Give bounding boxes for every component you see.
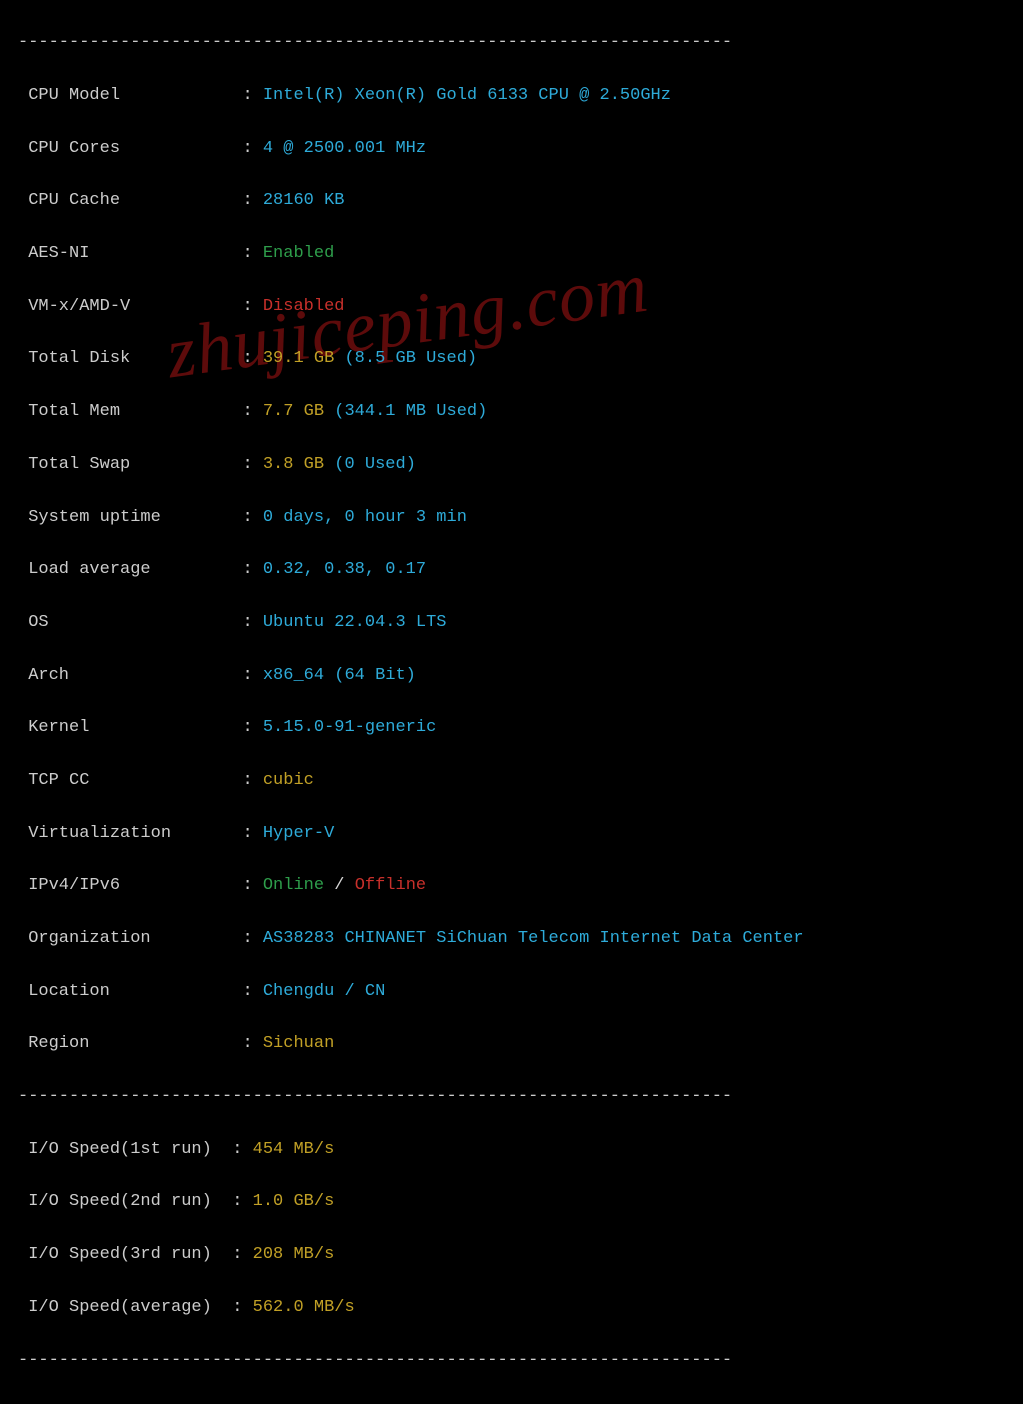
row-vmx: VM-x/AMD-V : Disabled xyxy=(18,294,1013,320)
label-arch: Arch xyxy=(28,666,69,685)
row-io-avg: I/O Speed(average) : 562.0 MB/s xyxy=(18,1295,1013,1321)
label-virt: Virtualization xyxy=(28,824,171,843)
label-region: Region xyxy=(28,1034,89,1053)
value-swap-size: 3.8 GB xyxy=(263,455,324,474)
value-load: 0.32, 0.38, 0.17 xyxy=(263,560,426,579)
row-io-1: I/O Speed(1st run) : 454 MB/s xyxy=(18,1137,1013,1163)
value-disk-size: 39.1 GB xyxy=(263,349,334,368)
label-io-avg: I/O Speed(average) xyxy=(28,1298,212,1317)
value-swap-used: (0 Used) xyxy=(334,455,416,474)
value-vmx: Disabled xyxy=(263,297,345,316)
value-kernel: 5.15.0-91-generic xyxy=(263,718,436,737)
row-kernel: Kernel : 5.15.0-91-generic xyxy=(18,715,1013,741)
value-io-2: 1.0 GB/s xyxy=(253,1192,335,1211)
row-cpu-cache: CPU Cache : 28160 KB xyxy=(18,188,1013,214)
row-aes-ni: AES-NI : Enabled xyxy=(18,241,1013,267)
value-mem-used: (344.1 MB Used) xyxy=(334,402,487,421)
label-total-disk: Total Disk xyxy=(28,349,130,368)
label-loc: Location xyxy=(28,982,110,1001)
label-uptime: System uptime xyxy=(28,508,161,527)
row-uptime: System uptime : 0 days, 0 hour 3 min xyxy=(18,505,1013,531)
label-os: OS xyxy=(28,613,48,632)
row-load: Load average : 0.32, 0.38, 0.17 xyxy=(18,557,1013,583)
value-os: Ubuntu 22.04.3 LTS xyxy=(263,613,447,632)
label-org: Organization xyxy=(28,929,150,948)
value-arch: x86_64 (64 Bit) xyxy=(263,666,416,685)
label-total-swap: Total Swap xyxy=(28,455,130,474)
row-cpu-cores: CPU Cores : 4 @ 2500.001 MHz xyxy=(18,136,1013,162)
value-org: AS38283 CHINANET SiChuan Telecom Interne… xyxy=(263,929,804,948)
value-loc: Chengdu / CN xyxy=(263,982,385,1001)
label-load: Load average xyxy=(28,560,150,579)
value-mem-size: 7.7 GB xyxy=(263,402,324,421)
row-arch: Arch : x86_64 (64 Bit) xyxy=(18,663,1013,689)
value-io-avg: 562.0 MB/s xyxy=(253,1298,355,1317)
value-region: Sichuan xyxy=(263,1034,334,1053)
value-aes-ni: Enabled xyxy=(263,244,334,263)
row-org: Organization : AS38283 CHINANET SiChuan … xyxy=(18,926,1013,952)
row-io-3: I/O Speed(3rd run) : 208 MB/s xyxy=(18,1242,1013,1268)
label-io-1: I/O Speed(1st run) xyxy=(28,1140,212,1159)
divider-line: ----------------------------------------… xyxy=(18,1348,1013,1374)
terminal-output: ----------------------------------------… xyxy=(0,0,1023,1404)
value-uptime: 0 days, 0 hour 3 min xyxy=(263,508,467,527)
row-total-swap: Total Swap : 3.8 GB (0 Used) xyxy=(18,452,1013,478)
value-ip-sep: / xyxy=(324,876,355,895)
label-cpu-model: CPU Model xyxy=(28,86,120,105)
row-tcpcc: TCP CC : cubic xyxy=(18,768,1013,794)
label-kernel: Kernel xyxy=(28,718,89,737)
value-ipv6: Offline xyxy=(355,876,426,895)
row-total-disk: Total Disk : 39.1 GB (8.5 GB Used) xyxy=(18,346,1013,372)
value-cpu-model: Intel(R) Xeon(R) Gold 6133 CPU @ 2.50GHz xyxy=(263,86,671,105)
row-os: OS : Ubuntu 22.04.3 LTS xyxy=(18,610,1013,636)
value-disk-used: (8.5 GB Used) xyxy=(344,349,477,368)
divider-line: ----------------------------------------… xyxy=(18,30,1013,56)
label-tcpcc: TCP CC xyxy=(28,771,89,790)
divider-line: ----------------------------------------… xyxy=(18,1084,1013,1110)
value-tcpcc: cubic xyxy=(263,771,314,790)
label-aes-ni: AES-NI xyxy=(28,244,89,263)
row-ip: IPv4/IPv6 : Online / Offline xyxy=(18,873,1013,899)
row-virt: Virtualization : Hyper-V xyxy=(18,821,1013,847)
row-total-mem: Total Mem : 7.7 GB (344.1 MB Used) xyxy=(18,399,1013,425)
label-total-mem: Total Mem xyxy=(28,402,120,421)
label-cpu-cache: CPU Cache xyxy=(28,191,120,210)
value-virt: Hyper-V xyxy=(263,824,334,843)
row-io-2: I/O Speed(2nd run) : 1.0 GB/s xyxy=(18,1189,1013,1215)
label-io-2: I/O Speed(2nd run) xyxy=(28,1192,212,1211)
label-vmx: VM-x/AMD-V xyxy=(28,297,130,316)
value-io-3: 208 MB/s xyxy=(253,1245,335,1264)
value-cpu-cache: 28160 KB xyxy=(263,191,345,210)
value-ipv4: Online xyxy=(263,876,324,895)
row-region: Region : Sichuan xyxy=(18,1031,1013,1057)
label-cpu-cores: CPU Cores xyxy=(28,139,120,158)
row-cpu-model: CPU Model : Intel(R) Xeon(R) Gold 6133 C… xyxy=(18,83,1013,109)
value-io-1: 454 MB/s xyxy=(253,1140,335,1159)
value-cpu-cores: 4 @ 2500.001 MHz xyxy=(263,139,426,158)
label-io-3: I/O Speed(3rd run) xyxy=(28,1245,212,1264)
row-loc: Location : Chengdu / CN xyxy=(18,979,1013,1005)
label-ip: IPv4/IPv6 xyxy=(28,876,120,895)
